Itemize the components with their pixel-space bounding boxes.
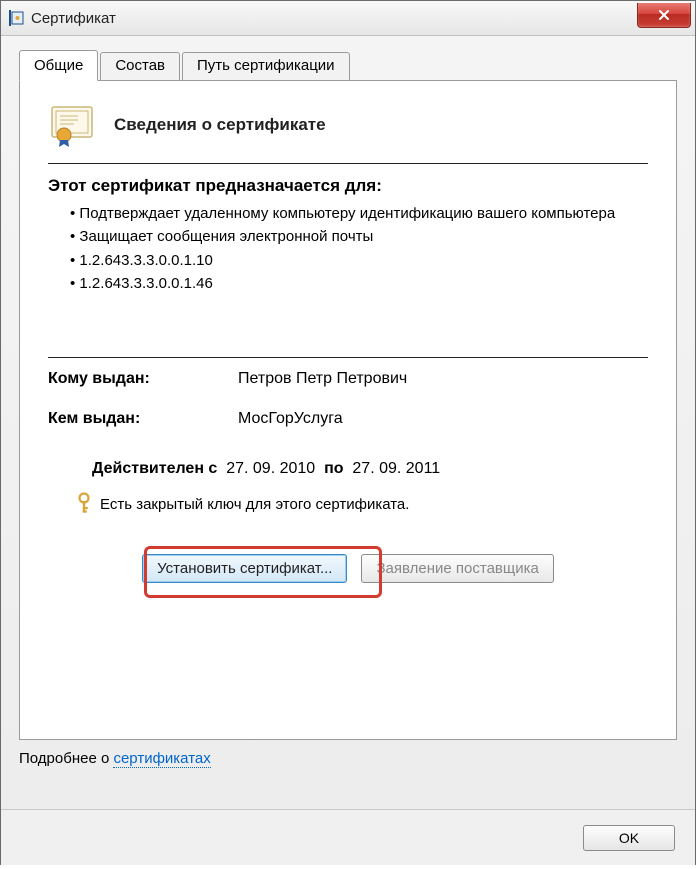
learn-more-prefix: Подробнее о (19, 750, 113, 767)
certificate-icon (48, 101, 96, 149)
divider (48, 357, 648, 358)
content-area: Общие Состав Путь сертификации (1, 36, 695, 809)
valid-from: 27. 09. 2010 (226, 460, 315, 477)
valid-prefix: Действителен с (92, 460, 217, 477)
issued-to-label: Кому выдан: (48, 370, 238, 388)
private-key-text: Есть закрытый ключ для этого сертификата… (100, 496, 409, 513)
close-icon (658, 9, 670, 21)
purpose-title: Этот сертификат предназначается для: (48, 176, 648, 196)
ok-button[interactable]: OK (583, 825, 675, 851)
cert-button-row: Установить сертификат... Заявление поста… (48, 554, 648, 583)
certificate-dialog: Сертификат Общие Состав Путь сертификаци… (0, 0, 696, 865)
issuer-statement-button[interactable]: Заявление поставщика (361, 554, 553, 583)
app-icon (7, 9, 25, 27)
private-key-row: Есть закрытый ключ для этого сертификата… (76, 492, 648, 516)
issued-by-row: Кем выдан: МосГорУслуга (48, 410, 648, 428)
purpose-item: 1.2.643.3.3.0.0.1.10 (70, 249, 648, 272)
install-certificate-button[interactable]: Установить сертификат... (142, 554, 347, 583)
learn-more-link[interactable]: сертификатах (113, 750, 210, 768)
learn-more: Подробнее о сертификатах (19, 750, 677, 767)
tab-details[interactable]: Состав (100, 52, 180, 81)
purpose-list: Подтверждает удаленному компьютеру идент… (70, 202, 648, 295)
tab-strip: Общие Состав Путь сертификации (19, 50, 677, 81)
issued-by-label: Кем выдан: (48, 410, 238, 428)
titlebar: Сертификат (1, 1, 695, 36)
cert-info-heading: Сведения о сертификате (114, 115, 326, 135)
issued-to-value: Петров Петр Петрович (238, 370, 407, 388)
valid-to: 27. 09. 2011 (352, 460, 440, 477)
key-icon (76, 492, 92, 516)
tab-general[interactable]: Общие (19, 50, 98, 81)
purpose-item: Защищает сообщения электронной почты (70, 225, 648, 248)
tab-panel-general: Сведения о сертификате Этот сертификат п… (19, 80, 677, 740)
purpose-item: 1.2.643.3.3.0.0.1.46 (70, 272, 648, 295)
tab-cert-path[interactable]: Путь сертификации (182, 52, 350, 81)
validity-row: Действителен с 27. 09. 2010 по 27. 09. 2… (92, 460, 648, 478)
dialog-footer: OK (1, 809, 695, 865)
issued-to-row: Кому выдан: Петров Петр Петрович (48, 370, 648, 388)
issued-by-value: МосГорУслуга (238, 410, 343, 428)
close-button[interactable] (637, 3, 691, 28)
valid-mid: по (324, 460, 343, 477)
cert-header: Сведения о сертификате (48, 101, 648, 149)
window-title: Сертификат (31, 10, 637, 27)
purpose-item: Подтверждает удаленному компьютеру идент… (70, 202, 648, 225)
divider (48, 163, 648, 164)
